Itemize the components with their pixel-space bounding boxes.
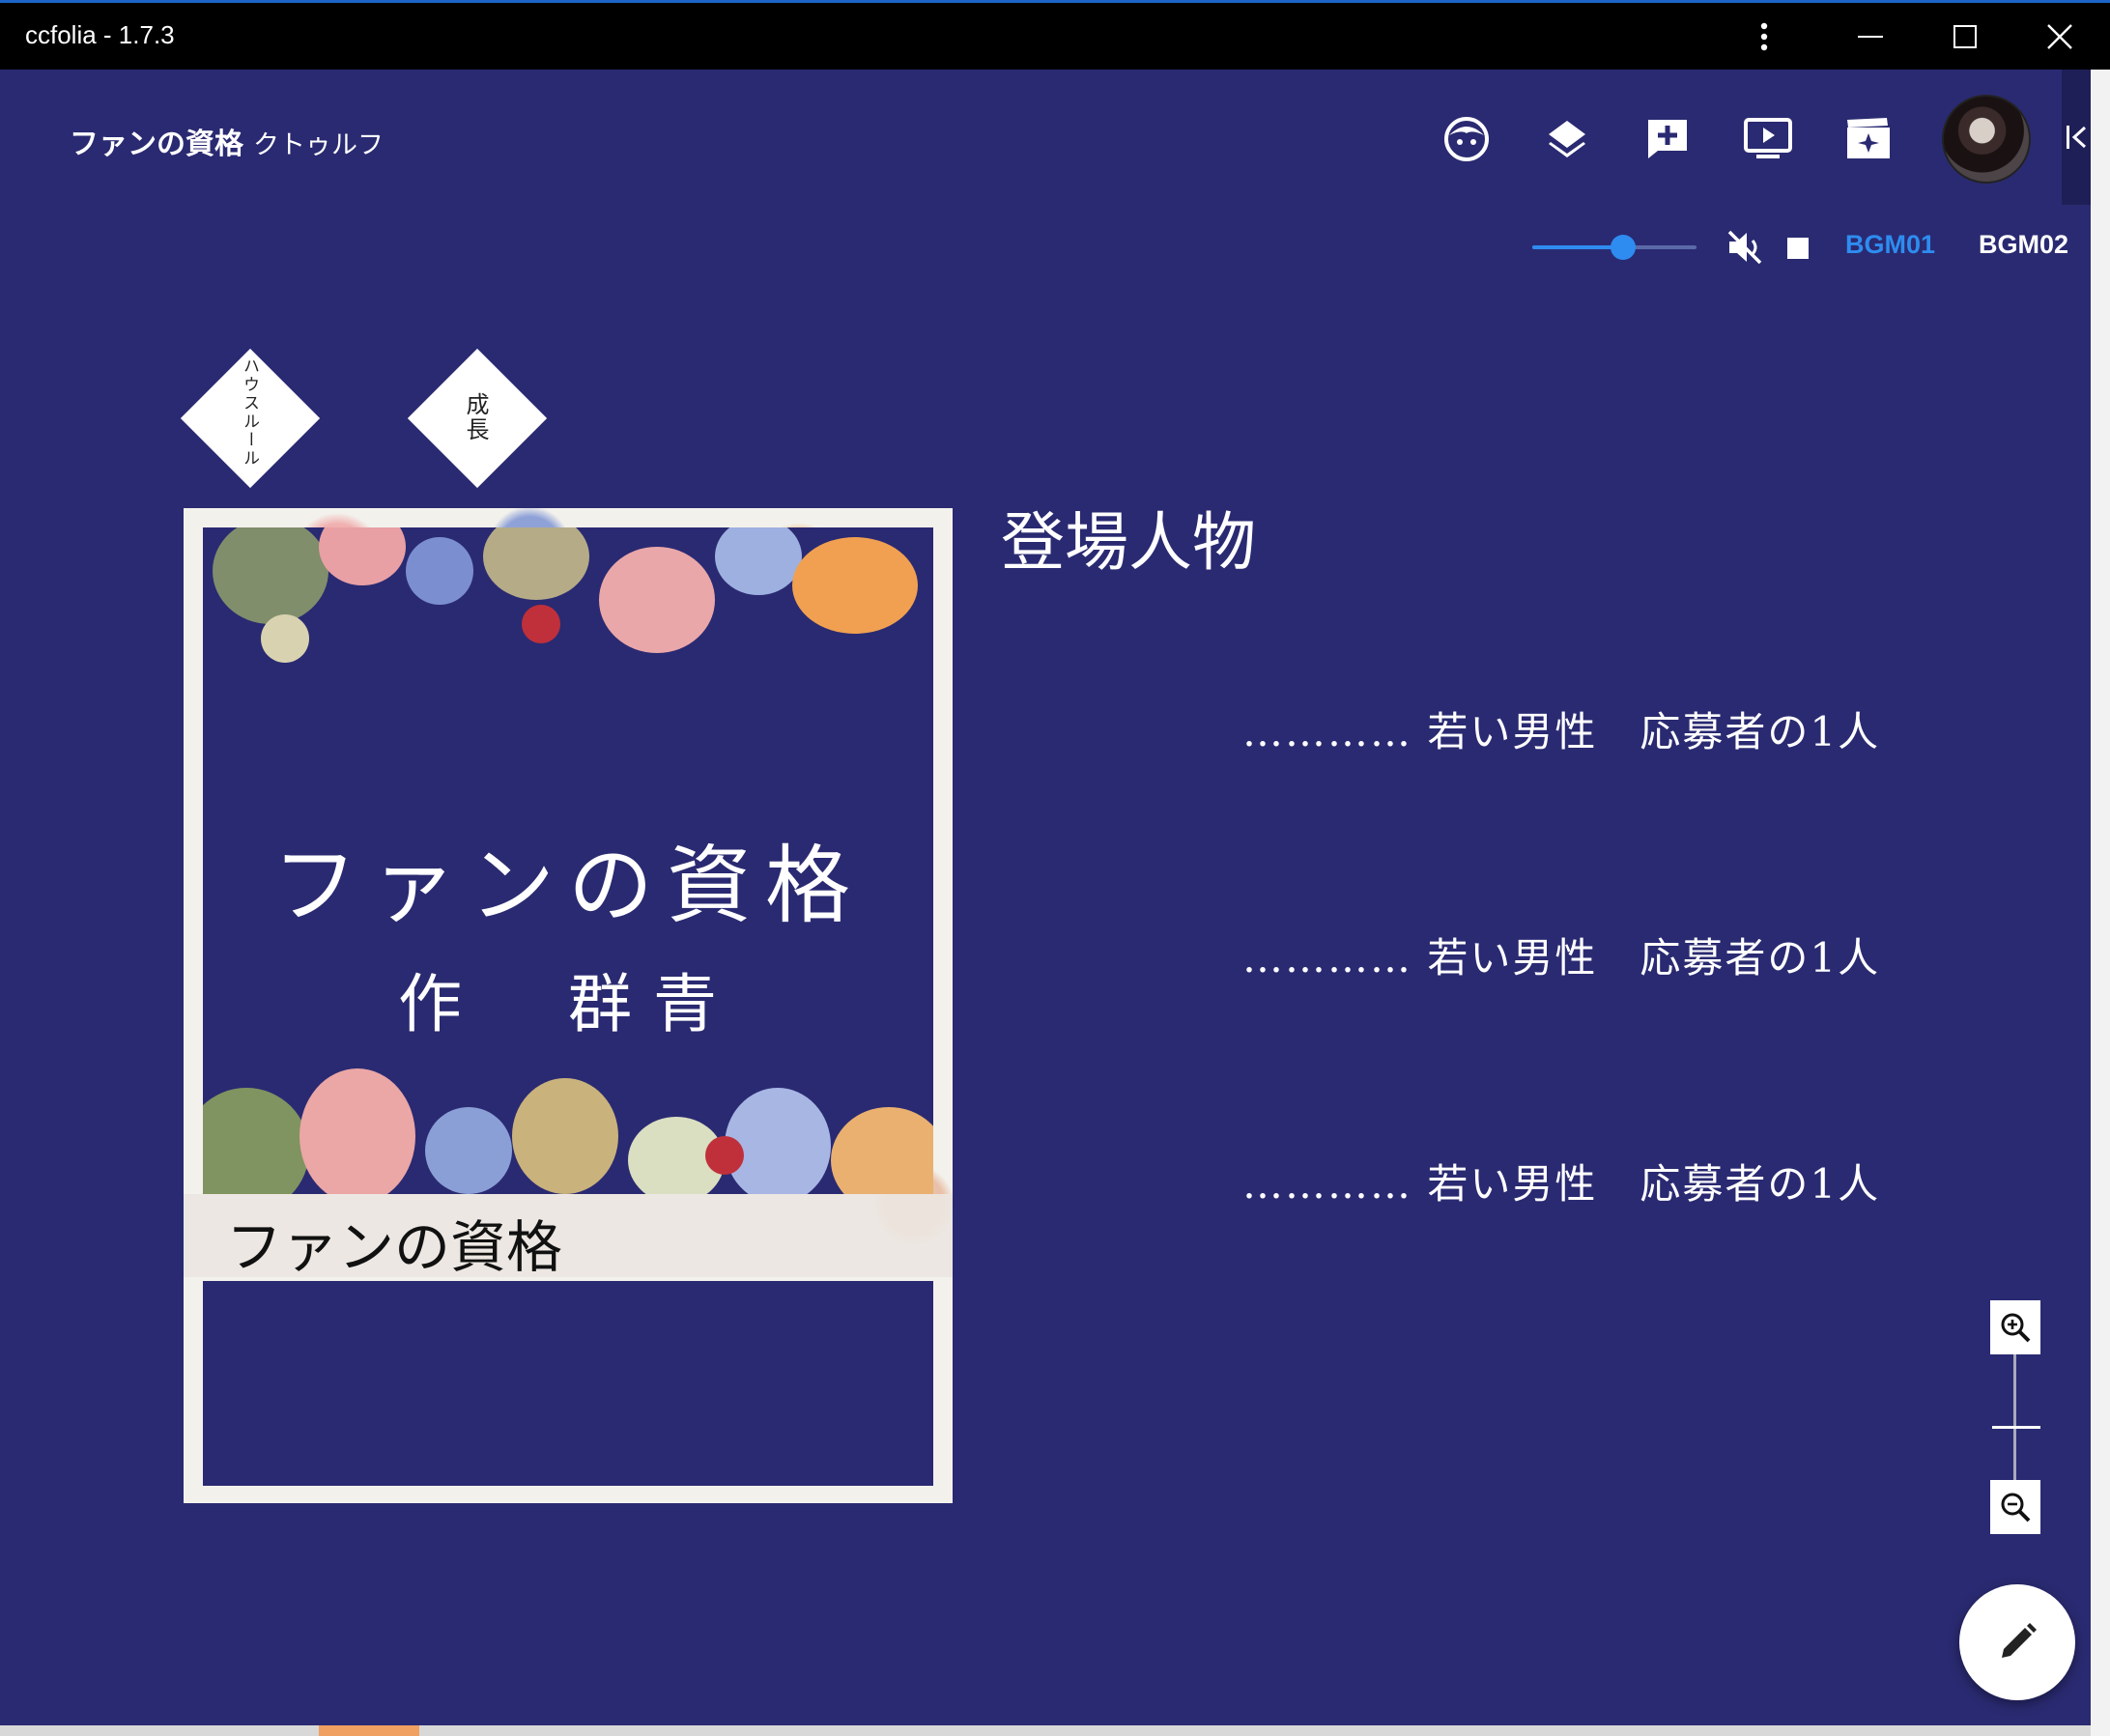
volume-slider-thumb[interactable]: [1610, 235, 1636, 260]
zoom-in-icon[interactable]: [1990, 1300, 2040, 1354]
bottom-scrollbar[interactable]: [0, 1725, 2091, 1736]
screen-icon[interactable]: [1737, 108, 1799, 170]
volume-slider-fill: [1532, 245, 1623, 249]
cover-blank-panel: [203, 1281, 933, 1486]
volume-off-icon[interactable]: [1725, 228, 1764, 270]
add-comment-icon[interactable]: [1637, 108, 1698, 170]
window-right-edge: [2091, 70, 2110, 1736]
cover-title-band: ファンの資格: [184, 1194, 953, 1280]
character-role-1: ………… 若い男性 応募者の1人: [1242, 708, 1881, 755]
drawer-toggle-icon[interactable]: [2062, 70, 2091, 205]
more-vert-icon[interactable]: [1714, 3, 1814, 70]
user-avatar[interactable]: [1942, 95, 2031, 184]
zoom-level-marker[interactable]: [1992, 1426, 2040, 1429]
game-system: クトゥルフ: [253, 130, 384, 160]
minimize-icon[interactable]: [1820, 3, 1921, 70]
cover-author: 作 群青: [398, 967, 738, 1041]
character-role-3: ………… 若い男性 応募者の1人: [1242, 1160, 1881, 1208]
edit-button[interactable]: [1959, 1584, 2075, 1700]
cover-band-title: ファンの資格: [226, 1214, 563, 1280]
window-title: ccfolia - 1.7.3: [25, 20, 175, 49]
layers-icon[interactable]: [1536, 108, 1598, 170]
tab-bgm02[interactable]: BGM02: [1979, 230, 2068, 260]
scene-icon[interactable]: [1838, 108, 1899, 170]
volume-slider[interactable]: [1532, 235, 1697, 260]
bgm-controls: BGM01 BGM02: [1497, 205, 2091, 288]
close-icon[interactable]: [2010, 3, 2110, 70]
window-titlebar: ccfolia - 1.7.3: [0, 0, 2110, 70]
cover-art: ファンの資格 作 群青: [203, 527, 933, 1194]
character-icon[interactable]: [1436, 108, 1497, 170]
characters-heading: 登場人物: [1001, 505, 1256, 580]
marker-house-rule-label: ハウスルール: [240, 357, 259, 468]
zoom-rail[interactable]: [2013, 1352, 2016, 1482]
cover-title: ファンの資格: [271, 836, 864, 935]
room-appbar: ファンの資格 クトゥルフ: [0, 70, 2091, 205]
room-name: ファンの資格: [70, 128, 243, 161]
bottom-scrollbar-thumb[interactable]: [319, 1725, 419, 1736]
character-role-2: ………… 若い男性 応募者の1人: [1242, 934, 1881, 982]
scenario-cover[interactable]: ファンの資格 作 群青 ファンの資格: [184, 508, 953, 1503]
zoom-out-icon[interactable]: [1990, 1480, 2040, 1534]
maximize-icon[interactable]: [1915, 3, 2015, 70]
marker-growth-label: 成長: [462, 392, 489, 442]
tab-bgm01[interactable]: BGM01: [1845, 230, 1935, 260]
room-title: ファンの資格 クトゥルフ: [70, 120, 384, 162]
stop-icon[interactable]: [1787, 238, 1809, 259]
pencil-icon: [2002, 1623, 2037, 1658]
